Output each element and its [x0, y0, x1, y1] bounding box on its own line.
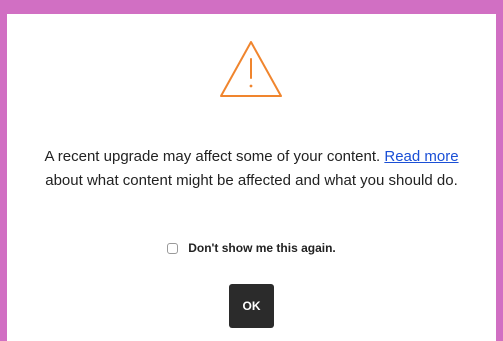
dont-show-again-label[interactable]: Don't show me this again. [188, 241, 336, 255]
upgrade-warning-dialog: A recent upgrade may affect some of your… [7, 14, 496, 341]
upgrade-message: A recent upgrade may affect some of your… [27, 145, 476, 193]
read-more-link[interactable]: Read more [384, 148, 458, 165]
dont-show-again-row[interactable]: Don't show me this again. [7, 241, 496, 255]
dont-show-again-checkbox[interactable] [167, 242, 179, 254]
message-text-after-link: about what content might be affected and… [45, 172, 458, 189]
message-text-before-link: A recent upgrade may affect some of your… [44, 148, 385, 165]
ok-button[interactable]: OK [229, 284, 274, 328]
warning-triangle-icon [220, 41, 282, 97]
